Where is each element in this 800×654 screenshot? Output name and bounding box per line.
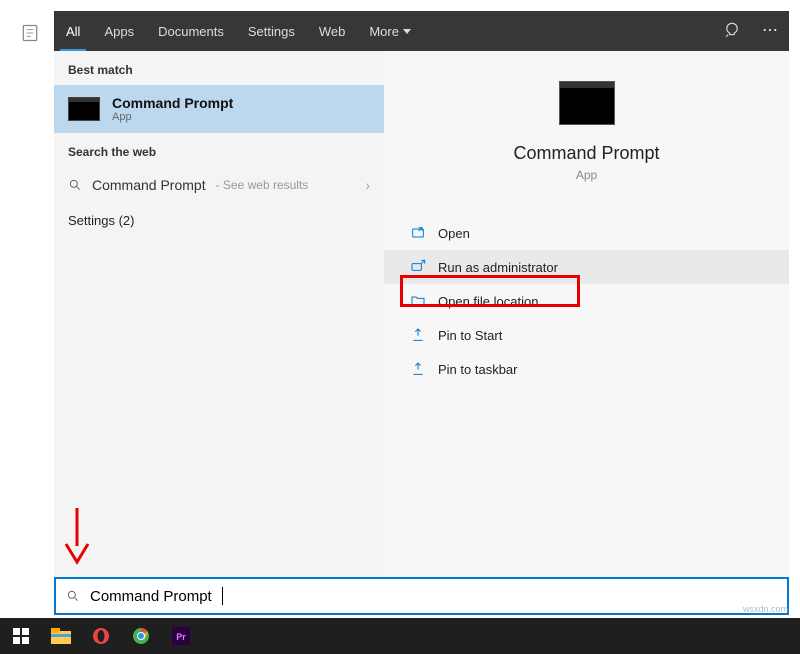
tab-all[interactable]: All xyxy=(54,11,92,51)
chevron-down-icon xyxy=(403,29,411,34)
document-icon xyxy=(20,23,40,43)
search-results-panel: Best match Command Prompt App Search the… xyxy=(54,51,789,578)
tab-apps[interactable]: Apps xyxy=(92,11,146,51)
start-button[interactable] xyxy=(2,621,40,651)
taskbar: Pr xyxy=(0,618,800,654)
taskbar-file-explorer[interactable] xyxy=(42,621,80,651)
admin-icon xyxy=(410,259,426,275)
best-match-label: Best match xyxy=(54,51,384,85)
search-icon xyxy=(66,589,80,603)
action-open[interactable]: Open xyxy=(384,216,789,250)
watermark: wsxdn.com xyxy=(743,604,788,614)
search-icon xyxy=(68,178,82,192)
preview-app-icon xyxy=(559,81,615,125)
action-open-file-location[interactable]: Open file location xyxy=(384,284,789,318)
pin-start-icon xyxy=(410,327,426,343)
search-filter-tabs: All Apps Documents Settings Web More xyxy=(54,11,789,51)
best-match-subtitle: App xyxy=(112,111,233,123)
open-icon xyxy=(410,225,426,241)
search-web-label: Search the web xyxy=(54,133,384,167)
settings-results[interactable]: Settings (2) xyxy=(54,203,384,238)
tab-more[interactable]: More xyxy=(357,11,423,51)
tab-settings[interactable]: Settings xyxy=(236,11,307,51)
taskbar-chrome[interactable] xyxy=(122,621,160,651)
feedback-icon[interactable] xyxy=(713,21,751,42)
web-result-suffix: - See web results xyxy=(216,178,309,192)
pin-taskbar-icon xyxy=(410,361,426,377)
more-options-icon[interactable] xyxy=(751,21,789,42)
taskbar-premiere[interactable]: Pr xyxy=(162,621,200,651)
action-pin-to-taskbar[interactable]: Pin to taskbar xyxy=(384,352,789,386)
action-run-as-administrator[interactable]: Run as administrator xyxy=(384,250,789,284)
web-result-query: Command Prompt xyxy=(92,177,206,193)
search-input-text: Command Prompt xyxy=(90,588,212,605)
preview-subtitle: App xyxy=(384,168,789,182)
text-caret xyxy=(222,587,223,605)
result-preview: Command Prompt App Open Run as administr… xyxy=(384,51,789,578)
tab-documents[interactable]: Documents xyxy=(146,11,236,51)
web-result-item[interactable]: Command Prompt - See web results › xyxy=(54,167,384,203)
command-prompt-icon xyxy=(68,97,100,121)
taskbar-opera[interactable] xyxy=(82,621,120,651)
preview-title: Command Prompt xyxy=(384,143,789,164)
chevron-right-icon: › xyxy=(365,177,370,193)
annotation-arrow xyxy=(62,506,92,571)
tab-web[interactable]: Web xyxy=(307,11,358,51)
folder-icon xyxy=(410,293,426,309)
results-list: Best match Command Prompt App Search the… xyxy=(54,51,384,578)
action-pin-to-start[interactable]: Pin to Start xyxy=(384,318,789,352)
best-match-title: Command Prompt xyxy=(112,95,233,111)
preview-actions: Open Run as administrator Open file loca… xyxy=(384,216,789,386)
svg-text:Pr: Pr xyxy=(176,632,186,642)
search-bar[interactable]: Command Prompt xyxy=(54,577,789,615)
best-match-item[interactable]: Command Prompt App xyxy=(54,85,384,133)
